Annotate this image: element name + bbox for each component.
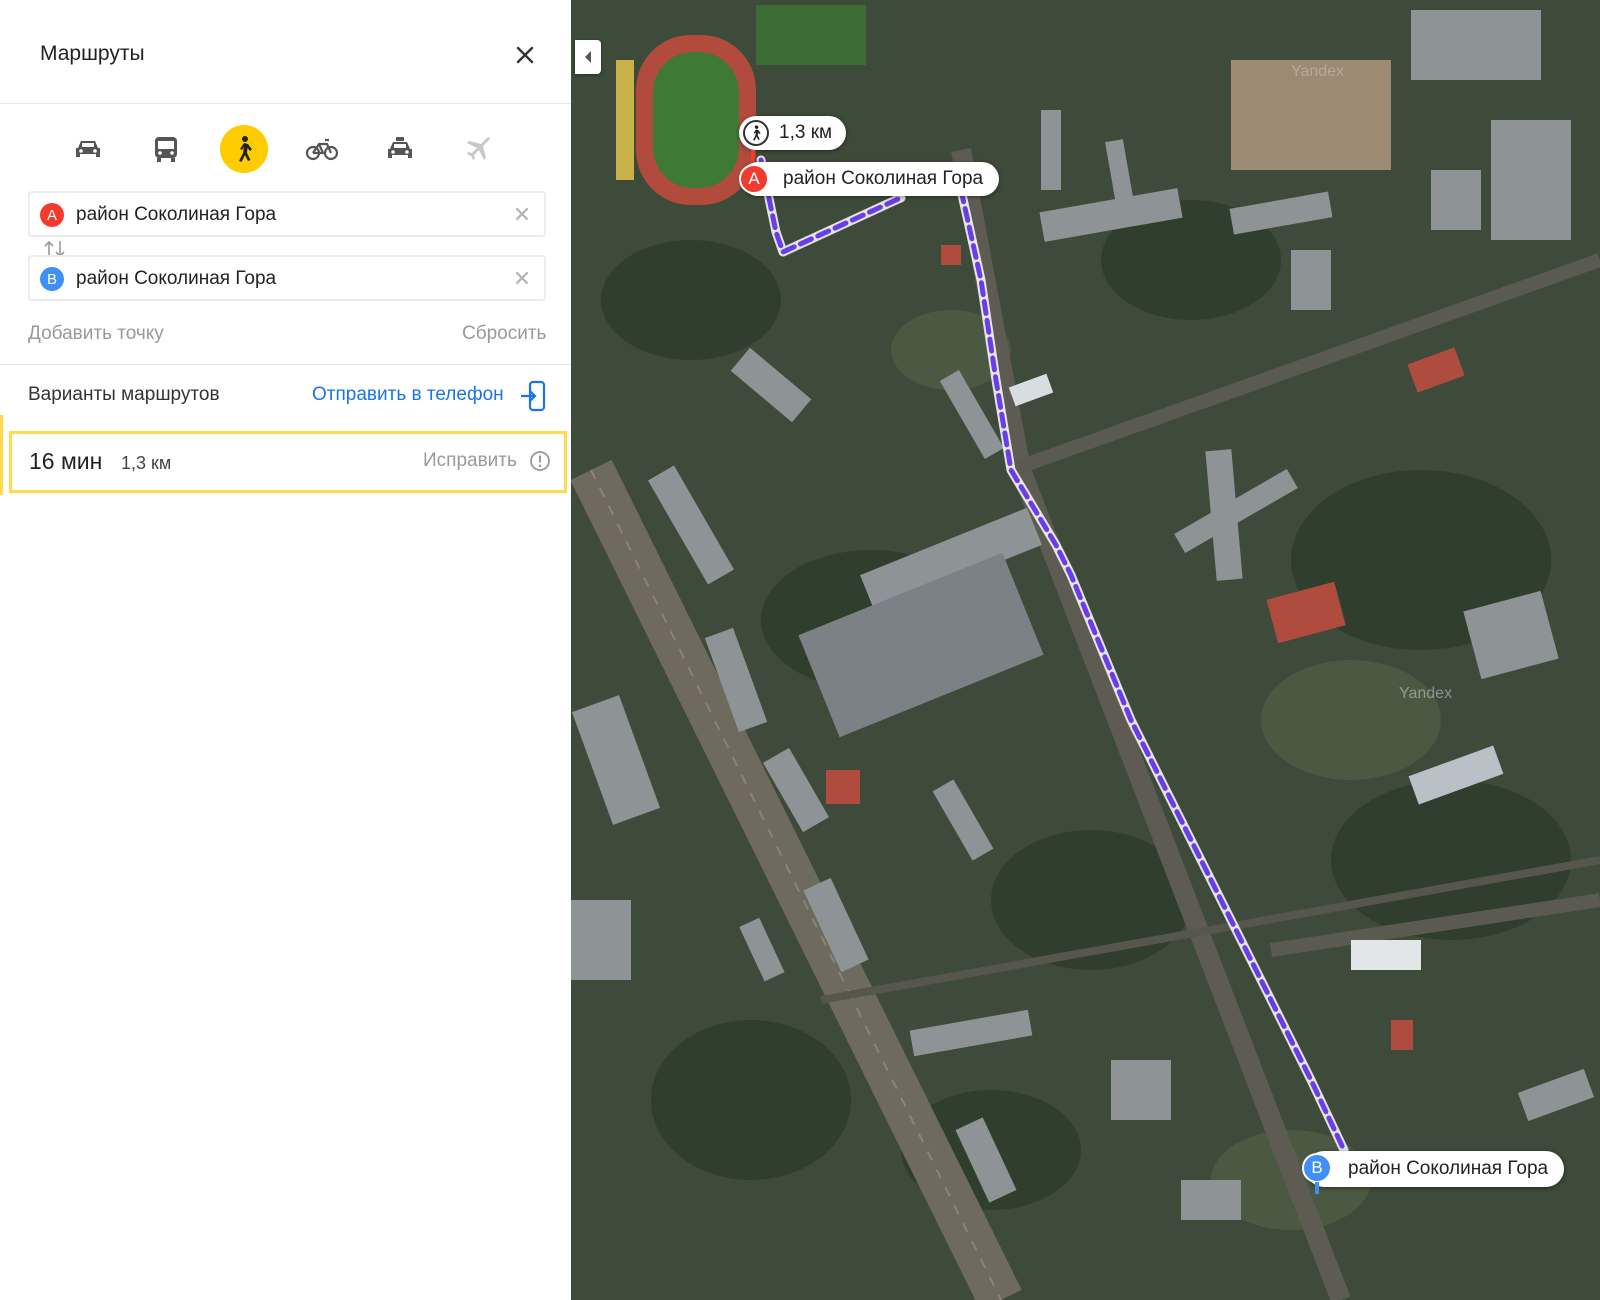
- send-to-phone-icon[interactable]: [520, 380, 546, 412]
- map-imagery: Yandex Yandex: [571, 0, 1600, 1300]
- plane-icon: [467, 137, 490, 160]
- marker-b[interactable]: B: [1302, 1153, 1332, 1183]
- transport-modes: [0, 120, 571, 180]
- chevron-left-icon: [585, 51, 591, 63]
- mode-bike-button[interactable]: [298, 125, 346, 173]
- taxi-icon: [388, 137, 412, 158]
- send-to-phone-link[interactable]: Отправить в телефон: [312, 384, 504, 406]
- point-a-badge: A: [40, 203, 64, 227]
- collapse-panel-button[interactable]: [575, 40, 601, 74]
- mode-car-button[interactable]: [64, 125, 112, 173]
- route-distance: 1,3 км: [121, 453, 172, 473]
- reset-link[interactable]: Сбросить: [462, 323, 546, 345]
- mode-taxi-button[interactable]: [376, 125, 424, 173]
- map-watermark-2: Yandex: [1291, 63, 1344, 80]
- marker-b-label[interactable]: район Соколиная Гора: [1306, 1151, 1565, 1187]
- pedestrian-icon: [239, 136, 252, 162]
- walk-distance-badge: 1,3 км: [739, 116, 847, 150]
- pedestrian-icon: [743, 120, 769, 146]
- point-a-field[interactable]: A район Соколиная Гора: [28, 191, 546, 237]
- close-icon: [516, 46, 534, 64]
- route-time: 16 мин: [29, 448, 103, 474]
- route-option-card[interactable]: 16 мин 1,3 км Исправить: [9, 431, 567, 493]
- clear-point-a-icon[interactable]: [512, 204, 532, 224]
- clear-point-b-icon[interactable]: [512, 268, 532, 288]
- point-a-input[interactable]: район Соколиная Гора: [76, 204, 276, 226]
- bus-icon: [155, 137, 177, 162]
- selection-edge: [0, 415, 3, 495]
- mode-plane-button[interactable]: [454, 125, 502, 173]
- marker-a-stem: [751, 150, 755, 162]
- point-b-field[interactable]: B район Соколиная Гора: [28, 255, 546, 301]
- bicycle-icon: [306, 138, 338, 161]
- mode-walk-button[interactable]: [220, 125, 268, 173]
- panel-title: Маршруты: [40, 42, 145, 65]
- routes-panel: Маршруты A район Соколиная Гора B район …: [0, 0, 571, 1300]
- route-variants-label: Варианты маршрутов: [28, 384, 220, 405]
- marker-a[interactable]: A: [739, 164, 769, 194]
- close-button[interactable]: [510, 40, 540, 70]
- divider: [0, 364, 571, 365]
- satellite-map[interactable]: Yandex Yandex 1,3 км район Соколиная Гор…: [571, 0, 1600, 1300]
- marker-a-label[interactable]: район Соколиная Гора: [741, 162, 1000, 196]
- route-fix-link[interactable]: Исправить: [423, 450, 517, 472]
- walk-distance-text: 1,3 км: [779, 122, 833, 143]
- marker-b-stem: [1315, 1182, 1319, 1194]
- panel-header: Маршруты: [0, 0, 571, 104]
- point-b-badge: B: [40, 267, 64, 291]
- mode-bus-button[interactable]: [142, 125, 190, 173]
- map-watermark-1: Yandex: [1399, 685, 1452, 702]
- info-icon[interactable]: [529, 450, 551, 472]
- point-b-input[interactable]: район Соколиная Гора: [76, 268, 276, 290]
- add-point-link[interactable]: Добавить точку: [28, 323, 164, 345]
- marker-a-text: район Соколиная Гора: [783, 168, 984, 189]
- car-icon: [76, 141, 100, 157]
- marker-b-text: район Соколиная Гора: [1348, 1158, 1549, 1179]
